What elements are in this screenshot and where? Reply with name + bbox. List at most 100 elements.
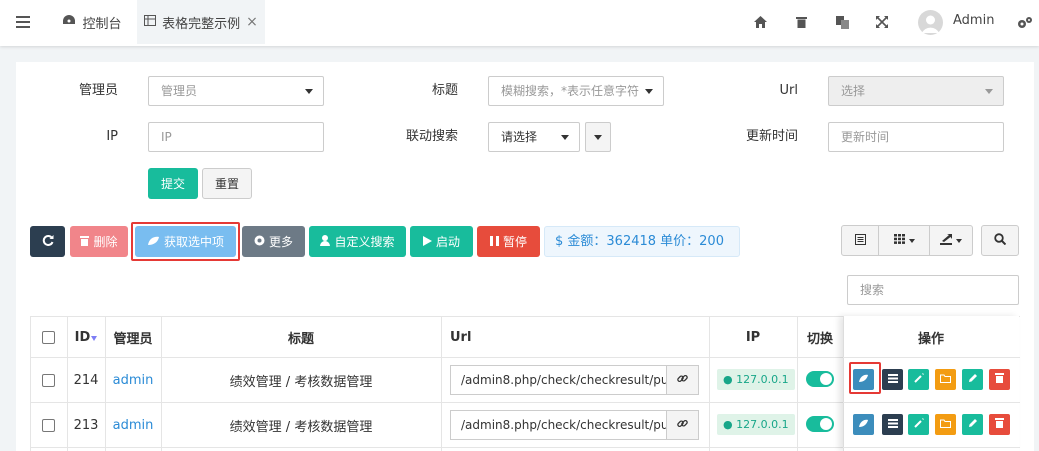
header-url[interactable]: Url — [441, 316, 709, 358]
start-label: 启动 — [435, 235, 460, 249]
highlight-box — [849, 362, 881, 394]
detail-button[interactable] — [853, 414, 874, 435]
columns-button[interactable] — [878, 225, 930, 256]
edit-button[interactable] — [962, 369, 983, 390]
caret-down-icon — [594, 135, 602, 140]
highlight-box — [131, 222, 240, 261]
folder-button[interactable] — [935, 369, 956, 390]
reset-button[interactable]: 重置 — [202, 168, 252, 199]
magic-button[interactable] — [908, 369, 929, 390]
delete-row-button[interactable] — [989, 414, 1010, 435]
fullscreen-icon[interactable] — [873, 13, 891, 31]
search-toggle-button[interactable] — [981, 225, 1019, 256]
delete-button[interactable]: 删除 — [70, 226, 128, 257]
ip-label: IP — [106, 129, 118, 144]
pencil-icon — [968, 417, 978, 432]
avatar[interactable] — [918, 10, 943, 35]
tab-dashboard[interactable]: 控制台 — [50, 0, 134, 44]
pause-button[interactable]: 暂停 — [477, 226, 540, 257]
table-search-input[interactable]: 搜索 — [847, 275, 1019, 305]
tab-table-example[interactable]: 表格完整示例 × — [137, 0, 265, 44]
list-button[interactable] — [882, 369, 903, 390]
header-switch[interactable]: 切换 — [797, 316, 843, 358]
header-admin[interactable]: 管理员 — [105, 316, 161, 358]
row-select-cell — [30, 403, 67, 447]
cell-admin-link[interactable]: admin — [105, 358, 161, 402]
updatetime-label: 更新时间 — [745, 129, 798, 144]
row-checkbox[interactable] — [42, 418, 55, 432]
user-name[interactable]: Admin — [953, 13, 994, 28]
submit-button[interactable]: 提交 — [148, 168, 198, 199]
close-icon[interactable]: × — [246, 14, 258, 30]
refresh-icon — [42, 234, 54, 249]
pause-label: 暂停 — [502, 235, 527, 249]
menu-toggle-icon[interactable] — [14, 13, 32, 31]
ip-badge: ● 127.0.0.1 — [717, 369, 795, 390]
cell-admin-link[interactable]: admin — [105, 403, 161, 447]
magic-wand-icon — [913, 372, 924, 387]
start-button[interactable]: 启动 — [410, 226, 473, 257]
folder-button[interactable] — [935, 414, 956, 435]
cell-url-input[interactable]: /admin8.php/check/checkresult/pulldo — [450, 365, 667, 395]
title-label: 标题 — [431, 83, 458, 98]
refresh-button[interactable] — [30, 226, 65, 257]
select-all-checkbox[interactable] — [42, 330, 55, 344]
export-button[interactable] — [929, 225, 973, 256]
gear-icon — [254, 235, 265, 249]
caret-down-icon — [956, 238, 962, 243]
money-summary: $ 金额：362418 单价：200 — [544, 226, 740, 257]
status-toggle[interactable] — [806, 416, 834, 432]
linkage-select-2[interactable] — [585, 122, 611, 152]
custom-search-label: 自定义搜索 — [334, 235, 395, 249]
caret-down-icon — [561, 135, 569, 140]
ip-badge: ● 127.0.0.1 — [717, 414, 795, 435]
title-input[interactable]: 模糊搜索，*表示任意字符 — [488, 76, 664, 106]
list-icon — [887, 372, 898, 387]
custom-search-button[interactable]: 自定义搜索 — [309, 226, 406, 257]
magic-button[interactable] — [908, 414, 929, 435]
ip-input[interactable]: IP — [148, 122, 324, 152]
list-button[interactable] — [882, 414, 903, 435]
updatetime-input[interactable]: 更新时间 — [828, 122, 1004, 152]
row-checkbox[interactable] — [42, 373, 55, 387]
header-id[interactable]: ID — [67, 316, 105, 358]
play-icon — [422, 235, 432, 249]
cell-id: 214 — [73, 372, 99, 388]
ip-placeholder: IP — [161, 130, 172, 144]
header-title[interactable]: 标题 — [161, 316, 441, 358]
card-view-button[interactable] — [841, 225, 879, 256]
admin-label: 管理员 — [78, 83, 118, 98]
export-icon — [940, 233, 952, 248]
list-icon — [854, 233, 866, 248]
linkage-label: 联动搜索 — [405, 129, 458, 144]
open-url-button[interactable] — [667, 365, 699, 395]
cell-id: 213 — [73, 417, 99, 433]
folder-icon — [940, 417, 951, 432]
open-url-button[interactable] — [667, 410, 699, 440]
search-placeholder: 搜索 — [860, 283, 885, 297]
header-operate: 操作 — [917, 331, 944, 347]
sort-icon — [91, 330, 98, 345]
delete-row-button[interactable] — [989, 369, 1010, 390]
linkage-select[interactable]: 请选择 — [488, 122, 580, 152]
status-toggle[interactable] — [806, 371, 834, 387]
folder-icon — [940, 372, 951, 387]
admin-select[interactable]: 管理员 — [148, 76, 324, 106]
cell-url-input[interactable]: /admin8.php/check/checkresult/pulldo — [450, 410, 667, 440]
header-ip[interactable]: IP — [709, 316, 797, 358]
trash-icon — [80, 235, 90, 249]
row-divider — [843, 447, 1019, 448]
row-select-cell — [30, 358, 67, 402]
translate-icon[interactable] — [833, 13, 851, 31]
trash-icon[interactable] — [792, 13, 810, 31]
dashboard-icon — [62, 14, 76, 30]
home-icon[interactable] — [751, 13, 769, 31]
edit-button[interactable] — [962, 414, 983, 435]
link-icon — [677, 418, 688, 433]
url-select[interactable]: 选择 — [828, 76, 1004, 106]
list-icon — [887, 417, 898, 432]
more-button[interactable]: 更多 — [242, 226, 305, 257]
settings-icon[interactable] — [1016, 13, 1034, 31]
caret-down-icon — [645, 89, 653, 94]
table-icon — [144, 14, 157, 30]
